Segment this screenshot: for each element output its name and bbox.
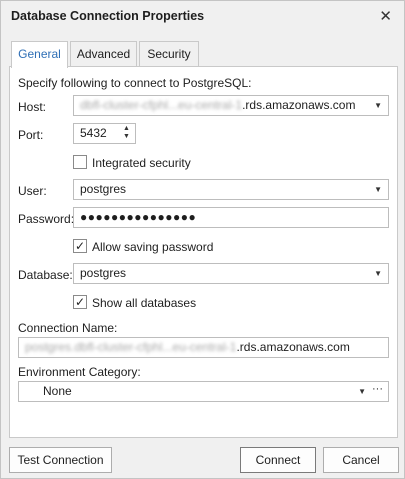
port-value: 5432: [80, 126, 107, 140]
spin-arrows-icon[interactable]: ▲ ▼: [123, 125, 131, 141]
environment-category-label: Environment Category:: [18, 365, 141, 379]
show-all-databases-checkbox[interactable]: ✓: [73, 295, 87, 309]
integrated-security-label: Integrated security: [92, 156, 191, 170]
window-title: Database Connection Properties: [11, 9, 205, 23]
more-options-icon[interactable]: ···: [372, 382, 383, 399]
password-label: Password:: [18, 212, 75, 226]
tab-advanced[interactable]: Advanced: [70, 41, 137, 67]
user-combobox[interactable]: postgres ▼: [73, 179, 389, 200]
connection-name-input[interactable]: postgres.dbfl-cluster-cfphl...eu-central…: [18, 337, 389, 358]
close-icon[interactable]: ✕: [379, 7, 392, 25]
title-bar: Database Connection Properties ✕: [1, 1, 404, 31]
cancel-button[interactable]: Cancel: [323, 447, 399, 473]
connection-name-blurred-text: postgres.dbfl-cluster-cfphl...eu-central…: [25, 340, 237, 354]
environment-category-value: None: [43, 384, 72, 398]
connect-button[interactable]: Connect: [240, 447, 316, 473]
user-label: User:: [18, 184, 47, 198]
connection-name-value: .rds.amazonaws.com: [236, 340, 350, 354]
database-value: postgres: [80, 266, 127, 280]
allow-saving-checkbox[interactable]: ✓: [73, 239, 87, 253]
host-label: Host:: [18, 100, 47, 114]
allow-saving-label: Allow saving password: [92, 240, 214, 254]
connection-properties-dialog: Database Connection Properties ✕ General…: [0, 0, 405, 479]
tab-general[interactable]: General: [11, 41, 68, 68]
host-combobox[interactable]: dbfl-cluster-cfphl...eu-central-1.rds.am…: [73, 95, 389, 116]
intro-text: Specify following to connect to PostgreS…: [18, 76, 252, 90]
port-stepper[interactable]: 5432 ▲ ▼: [73, 123, 136, 144]
port-label: Port:: [18, 128, 44, 142]
chevron-down-icon[interactable]: ▼: [358, 382, 366, 401]
chevron-down-icon[interactable]: ▼: [374, 180, 382, 199]
integrated-security-checkbox[interactable]: [73, 155, 87, 169]
user-value: postgres: [80, 182, 127, 196]
connection-name-label: Connection Name:: [18, 321, 118, 335]
host-blurred-text: dbfl-cluster-cfphl...eu-central-1: [80, 98, 243, 112]
database-combobox[interactable]: postgres ▼: [73, 263, 389, 284]
database-label: Database:: [18, 268, 73, 282]
test-connection-button[interactable]: Test Connection: [9, 447, 112, 473]
password-field[interactable]: ●●●●●●●●●●●●●●●: [73, 207, 389, 228]
general-panel: Specify following to connect to PostgreS…: [9, 66, 398, 438]
chevron-down-icon[interactable]: ▼: [374, 264, 382, 283]
host-value: .rds.amazonaws.com: [242, 98, 356, 112]
show-all-databases-label: Show all databases: [92, 296, 197, 310]
environment-category-combobox[interactable]: None ▼ ···: [18, 381, 389, 402]
chevron-down-icon[interactable]: ▼: [374, 96, 382, 115]
password-value: ●●●●●●●●●●●●●●●: [80, 210, 197, 224]
tab-security[interactable]: Security: [139, 41, 199, 67]
